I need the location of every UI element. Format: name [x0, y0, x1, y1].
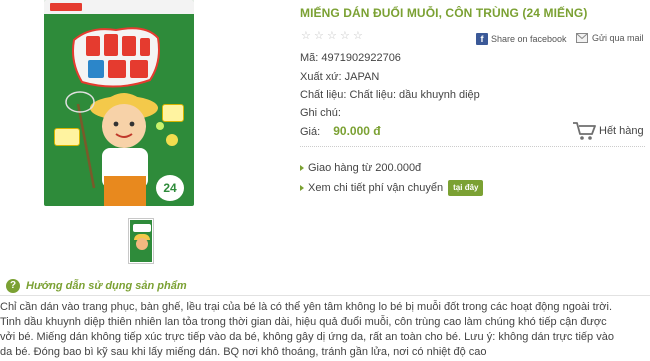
share-facebook-label: Share on facebook — [491, 34, 567, 44]
product-material: Chất liệu: Chất liệu: dầu khuynh diệp — [300, 89, 480, 101]
guide-header: ? Hướng dẫn sử dụng sản phẩm — [6, 279, 187, 293]
cart-icon — [573, 122, 596, 140]
star-icon[interactable]: ☆ — [353, 30, 364, 41]
product-thumbnail[interactable] — [128, 218, 154, 264]
shipping-fee-text: Xem chi tiết phí vận chuyển — [308, 182, 444, 194]
guide-divider — [0, 295, 650, 296]
star-icon[interactable]: ☆ — [314, 30, 325, 41]
product-price-row: Giá: 90.000 đ — [300, 124, 381, 138]
price-label: Giá: — [300, 126, 321, 138]
product-sku: Mã: 4971902922706 — [300, 52, 401, 64]
send-mail-link[interactable]: Gửi qua mail — [576, 33, 644, 43]
product-note: Ghi chú: — [300, 107, 341, 119]
mail-icon — [576, 33, 588, 43]
guide-title: Hướng dẫn sử dụng sản phẩm — [26, 280, 187, 292]
question-icon: ? — [6, 279, 20, 293]
stock-status: Hết hàng — [599, 125, 644, 137]
facebook-icon: f — [476, 33, 488, 45]
bullet-arrow-icon — [300, 185, 304, 191]
out-of-stock-cart[interactable]: Hết hàng — [572, 120, 644, 142]
bullet-arrow-icon — [300, 165, 304, 171]
shipping-free-info: Giao hàng từ 200.000đ — [300, 162, 421, 174]
guide-line: vởi bé. Miếng dán không tiếp xúc trực ti… — [0, 331, 614, 343]
shipping-fee-button[interactable]: tại đây — [448, 180, 484, 196]
guide-line: da bé. Đóng bao bì kỹ sau khi lấy miếng … — [0, 346, 487, 358]
guide-line: Tinh dầu khuynh diệp thiên nhiên lan tỏa… — [0, 316, 607, 328]
share-facebook-link[interactable]: f Share on facebook — [476, 33, 567, 45]
shipping-free-text: Giao hàng từ 200.000đ — [308, 162, 422, 174]
star-icon[interactable]: ☆ — [301, 30, 312, 41]
star-icon[interactable]: ☆ — [340, 30, 351, 41]
package-count-badge: 24 — [156, 175, 184, 201]
package-side-badge — [162, 104, 184, 122]
star-icon[interactable]: ☆ — [327, 30, 338, 41]
rating-stars[interactable]: ☆ ☆ ☆ ☆ ☆ — [301, 30, 364, 41]
shipping-fee-info: Xem chi tiết phí vận chuyển tại đây — [300, 180, 484, 196]
price-value: 90.000 đ — [333, 124, 381, 138]
product-image[interactable]: 24 — [44, 0, 194, 206]
product-title: MIẾNG DÁN ĐUỔI MUỖI, CÔN TRÙNG (24 MIẾNG… — [300, 6, 588, 20]
send-mail-label: Gửi qua mail — [592, 33, 644, 43]
package-side-badge — [54, 128, 80, 146]
product-origin: Xuất xứ: JAPAN — [300, 71, 380, 83]
package-red-tag — [50, 3, 82, 11]
details-divider — [300, 146, 645, 147]
guide-line: Chỉ cần dán vào trang phục, bàn ghế, lều… — [0, 301, 612, 313]
guide-body: Chỉ cần dán vào trang phục, bàn ghế, lều… — [0, 300, 650, 360]
